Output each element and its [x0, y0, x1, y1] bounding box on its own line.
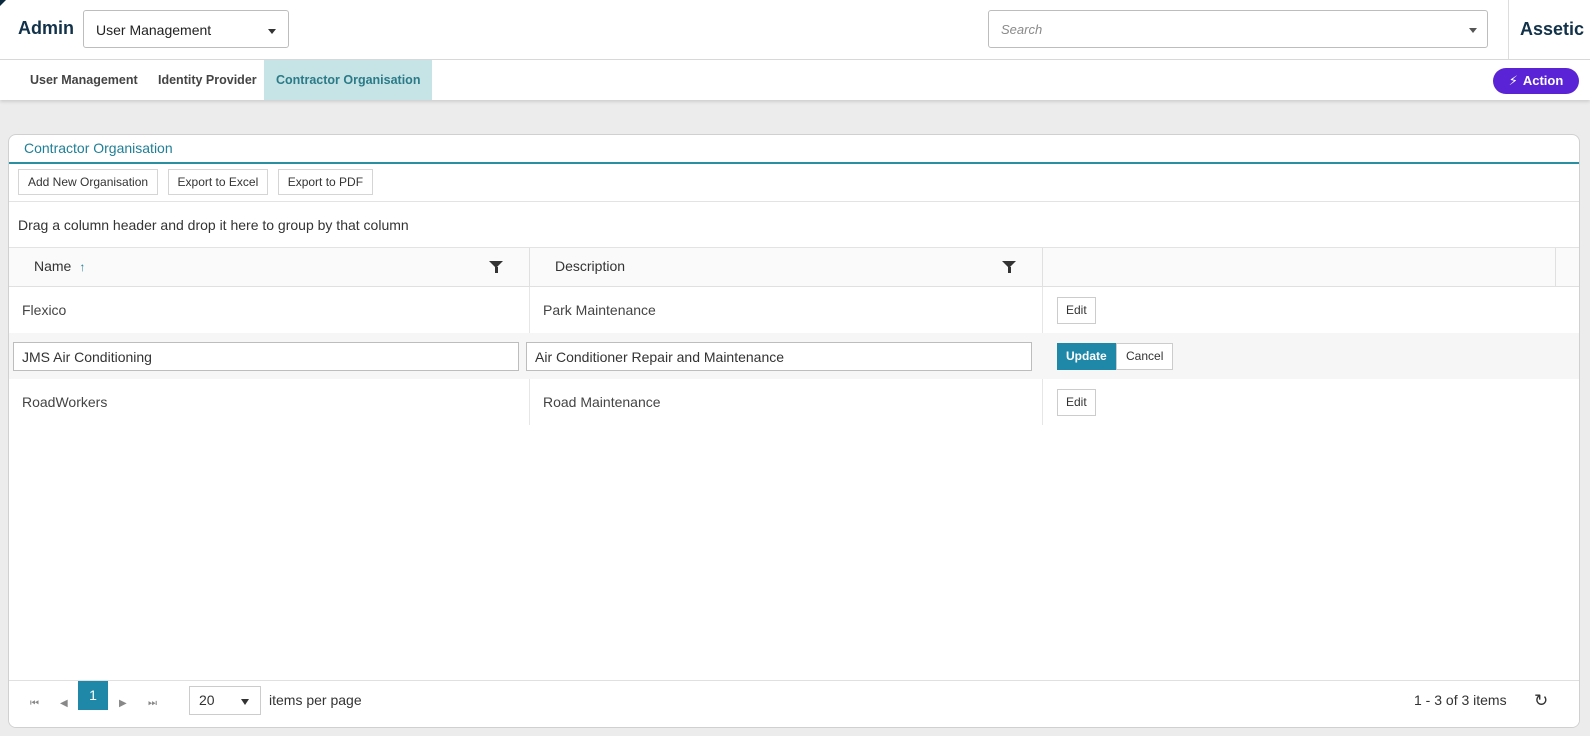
tab-identity-provider[interactable]: Identity Provider — [146, 60, 269, 100]
search-input[interactable] — [989, 11, 1429, 47]
first-page-icon[interactable]: ⏮ — [30, 698, 39, 709]
module-select-value: User Management — [96, 22, 212, 38]
chevron-down-icon — [241, 699, 249, 705]
table-row: Flexico Park Maintenance Edit — [9, 287, 1579, 333]
group-drop-area[interactable]: Drag a column header and drop it here to… — [9, 202, 1579, 248]
page-size-select[interactable]: 20 — [189, 686, 261, 715]
filter-icon[interactable] — [1002, 261, 1016, 273]
page-size-label: items per page — [269, 692, 362, 708]
name-edit-input[interactable] — [13, 342, 519, 371]
table-row: RoadWorkers Road Maintenance Edit — [9, 379, 1579, 425]
next-page-icon[interactable]: ▶ — [119, 698, 127, 709]
top-bar: Admin User Management Assetic — [0, 0, 1590, 60]
cell-name: Flexico — [9, 287, 530, 333]
chevron-down-icon — [268, 29, 276, 34]
contractor-organisation-panel: Contractor Organisation Add New Organisa… — [8, 134, 1580, 728]
action-button[interactable]: ⚡ Action — [1493, 68, 1579, 94]
column-header-actions — [1043, 248, 1556, 287]
filter-icon[interactable] — [489, 261, 503, 273]
column-header-description[interactable]: Description — [530, 248, 1043, 287]
export-pdf-button[interactable]: Export to PDF — [277, 169, 374, 195]
cell-name: RoadWorkers — [9, 379, 530, 425]
table-row-editing: Update Cancel — [9, 333, 1579, 379]
divider — [1508, 0, 1509, 59]
brand-logo: Assetic — [1520, 19, 1585, 39]
sort-ascending-icon: ↑ — [79, 260, 86, 274]
description-edit-input[interactable] — [526, 342, 1032, 371]
pager: ⏮ ◀ 1 ▶ ⏭ 20 items per page 1 - 3 of 3 i… — [9, 680, 1579, 727]
page-size-value: 20 — [199, 692, 215, 708]
action-button-label: Action — [1522, 73, 1564, 88]
panel-title: Contractor Organisation — [9, 135, 1579, 164]
edit-button[interactable]: Edit — [1057, 297, 1096, 324]
add-organisation-button[interactable]: Add New Organisation — [18, 169, 159, 195]
organisation-grid: Name ↑ Description Flexico Park Maintenan… — [9, 248, 1579, 425]
module-select[interactable]: User Management — [83, 10, 289, 48]
grid-header: Name ↑ Description — [9, 248, 1579, 287]
tab-user-management[interactable]: User Management — [18, 60, 150, 100]
column-header-description-label: Description — [555, 258, 626, 274]
app-title: Admin — [18, 18, 74, 38]
chevron-down-icon[interactable] — [1469, 28, 1477, 33]
tab-bar: User Management Identity Provider Contra… — [0, 60, 1590, 100]
bolt-icon: ⚡ — [1508, 73, 1518, 88]
pager-info: 1 - 3 of 3 items — [1414, 692, 1507, 708]
grid-toolbar: Add New Organisation Export to Excel Exp… — [9, 164, 1579, 202]
update-button[interactable]: Update — [1057, 343, 1116, 370]
tab-contractor-organisation[interactable]: Contractor Organisation — [264, 60, 433, 100]
edit-button[interactable]: Edit — [1057, 389, 1096, 416]
search-box[interactable] — [988, 10, 1488, 48]
column-header-name[interactable]: Name ↑ — [9, 248, 530, 287]
cancel-button[interactable]: Cancel — [1116, 343, 1174, 370]
column-header-name-label: Name — [34, 258, 72, 274]
corner-accent — [0, 0, 6, 6]
previous-page-icon[interactable]: ◀ — [60, 698, 68, 709]
cell-description: Park Maintenance — [530, 287, 1043, 333]
refresh-icon[interactable]: ↻ — [1534, 691, 1548, 711]
last-page-icon[interactable]: ⏭ — [148, 698, 157, 709]
cell-description: Road Maintenance — [530, 379, 1043, 425]
current-page[interactable]: 1 — [78, 681, 108, 710]
export-excel-button[interactable]: Export to Excel — [167, 169, 269, 195]
